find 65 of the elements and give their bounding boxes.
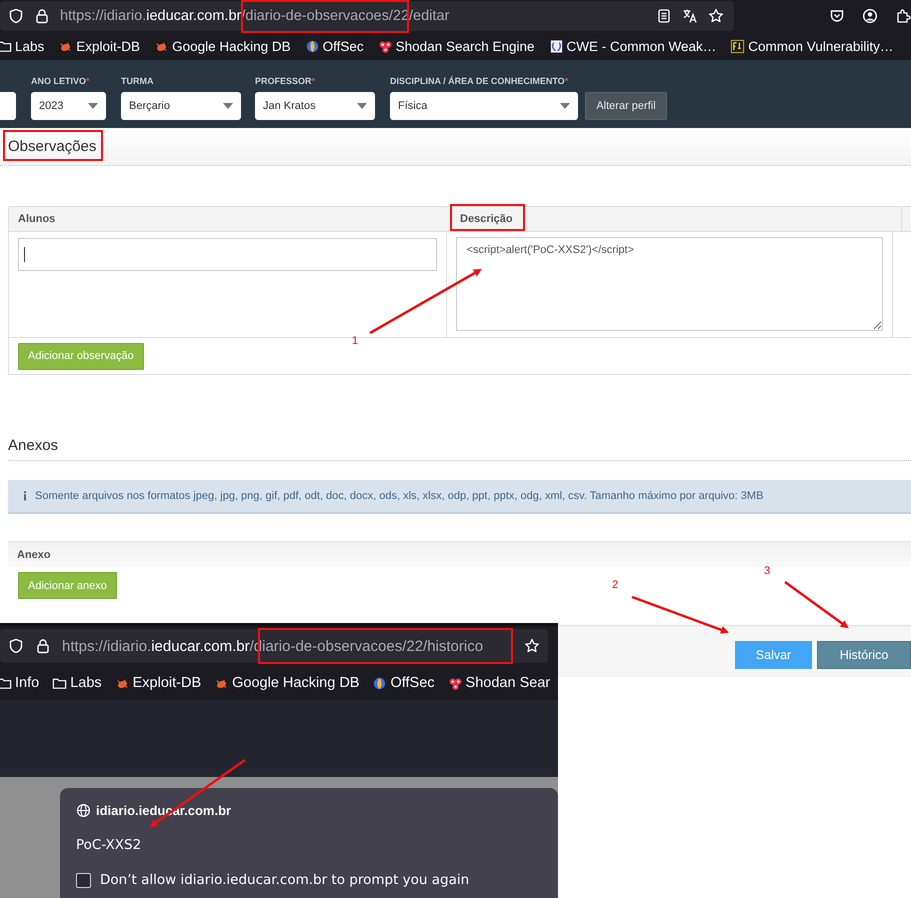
info-icon — [23, 491, 27, 501]
bookmark[interactable]: OffSec — [304, 38, 364, 54]
bookmark[interactable]: Exploit-DB — [114, 675, 202, 691]
caret-icon — [357, 103, 367, 109]
column-header: Anexo — [16, 548, 51, 562]
translate-icon[interactable] — [682, 8, 698, 24]
select-field[interactable]: Berçario — [121, 92, 241, 120]
field-label: ANO LETIVO* — [31, 76, 91, 86]
section-title: Anexos — [8, 438, 58, 452]
dots-icon — [448, 676, 463, 690]
arrow — [784, 580, 849, 628]
field-label: PROFESSOR* — [255, 76, 316, 86]
reader-view-icon[interactable] — [656, 8, 672, 24]
column-header: Alunos — [9, 207, 452, 231]
shield-icon — [8, 8, 24, 24]
folder-icon — [0, 38, 12, 54]
shield-icon — [8, 638, 24, 654]
bookmark[interactable]: Labs — [0, 38, 44, 54]
bookmark[interactable]: OffSec — [372, 675, 435, 691]
lock-icon — [35, 638, 51, 654]
description-textarea[interactable]: <script>alert('PoC-XXS2')</script> — [456, 237, 883, 331]
step-number: 2 — [612, 579, 618, 591]
section-title: Observações — [8, 139, 96, 154]
select-field[interactable] — [0, 92, 16, 120]
page-icon — [548, 38, 564, 54]
field-label: DISCIPLINA / ÁREA DE CONHECIMENTO* — [390, 76, 570, 86]
select-field[interactable]: Jan Kratos — [255, 92, 375, 120]
checkbox[interactable] — [76, 872, 91, 888]
bookmark[interactable]: Labs — [52, 675, 102, 691]
info-text: Somente arquivos nos formatos jpeg, jpg, png, gif, pdf, odt, doc, docx, ods, xls, xlsx, odp, ppt, pptx, odg, xml, csv. Tamanho máximo por arquivo: 3MB — [35, 490, 764, 502]
star-icon[interactable] — [708, 8, 724, 24]
dots-icon — [378, 38, 393, 54]
column-header: Descrição — [451, 207, 902, 231]
bookmark[interactable]: Google Hacking DB — [214, 675, 360, 691]
pocket-icon[interactable] — [829, 8, 845, 24]
bookmark[interactable]: CWE - Common Weak… — [548, 38, 716, 54]
folder-icon — [52, 676, 68, 690]
bookmark[interactable]: Google Hacking DB — [154, 38, 291, 54]
bookmark[interactable]: Shodan Sear — [448, 675, 550, 691]
select-field[interactable]: Física — [390, 92, 578, 120]
lock-icon — [34, 8, 50, 24]
badge-icon — [730, 38, 746, 54]
globe-icon — [304, 38, 320, 54]
bookmark[interactable]: Exploit-DB — [58, 38, 140, 54]
student-input[interactable] — [18, 238, 437, 271]
checkbox-label: Don’t allow idiario.ieducar.com.br to prompt you again — [100, 872, 470, 888]
caret-icon — [223, 103, 233, 109]
step-number: 3 — [764, 565, 770, 577]
star-icon[interactable] — [524, 638, 540, 654]
step-number: 1 — [352, 335, 358, 347]
change-profile-button[interactable]: Alterar perfil — [585, 92, 667, 120]
bookmark[interactable]: Common Vulnerability… — [730, 38, 894, 54]
field-label: TURMA — [121, 76, 154, 86]
bookmark[interactable]: Info — [0, 675, 40, 691]
bookmark[interactable]: Shodan Search Engine — [378, 38, 535, 54]
footer-button[interactable]: Histórico — [817, 640, 911, 668]
account-icon[interactable] — [862, 8, 878, 24]
folder-icon — [0, 676, 12, 690]
dialog-message: PoC-XXS2 — [76, 837, 142, 853]
extensions-icon[interactable] — [895, 8, 911, 24]
globe-icon — [76, 803, 91, 818]
select-field[interactable]: 2023 — [31, 92, 106, 120]
caret-icon — [88, 103, 98, 109]
globe-icon — [372, 676, 388, 690]
caret-icon — [560, 103, 570, 109]
